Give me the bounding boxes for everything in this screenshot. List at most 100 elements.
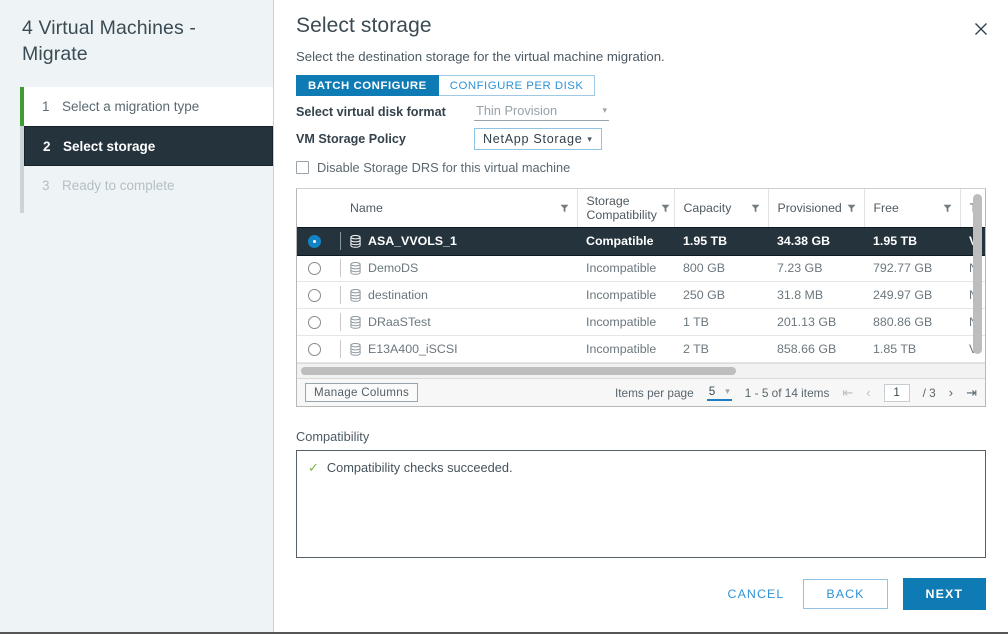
datastore-table: Name Storage Compatibility xyxy=(296,188,986,407)
disk-format-select[interactable]: Thin Provision ▾ xyxy=(474,103,609,121)
disk-format-value: Thin Provision xyxy=(476,103,557,118)
table-vertical-scrollbar[interactable] xyxy=(973,194,982,354)
wizard-step-2[interactable]: 2 Select storage xyxy=(24,126,273,166)
table-row[interactable]: DRaaSTest Incompatible 1 TB 201.13 GB 88… xyxy=(297,309,985,336)
datastore-icon xyxy=(350,289,361,302)
wizard-step-3[interactable]: 3 Ready to complete xyxy=(24,166,273,205)
row-radio-button[interactable] xyxy=(308,262,321,275)
column-header-provisioned[interactable]: Provisioned xyxy=(768,189,864,228)
row-radio-cell[interactable] xyxy=(297,255,331,282)
storage-policy-select[interactable]: NetApp Storage ▾ xyxy=(474,128,602,150)
cell-free: 249.97 GB xyxy=(864,282,960,309)
cell-name: ASA_VVOLS_1 xyxy=(341,228,577,255)
cell-name-text: ASA_VVOLS_1 xyxy=(368,234,457,248)
pagination-controls: ⇤ ‹ 1 / 3 › ⇥ xyxy=(842,384,977,402)
item-range-text: 1 - 5 of 14 items xyxy=(745,386,830,400)
datastore-icon xyxy=(350,235,361,248)
next-page-button[interactable]: › xyxy=(949,385,953,400)
row-radio-cell[interactable] xyxy=(297,309,331,336)
filter-icon[interactable] xyxy=(661,204,670,213)
wizard-step-1-label: Select a migration type xyxy=(62,99,199,114)
cell-name: DemoDS xyxy=(341,255,577,282)
items-per-page-select[interactable]: 5 ▾ xyxy=(707,384,732,401)
column-header-storage-compatibility-label: Storage Compatibility xyxy=(587,194,657,222)
cell-capacity: 2 TB xyxy=(674,336,768,363)
first-page-button[interactable]: ⇤ xyxy=(842,385,853,401)
row-radio-button[interactable] xyxy=(308,289,321,302)
cell-provisioned: 201.13 GB xyxy=(768,309,864,336)
disk-format-label: Select virtual disk format xyxy=(296,105,474,119)
cell-capacity: 250 GB xyxy=(674,282,768,309)
disable-drs-checkbox[interactable] xyxy=(296,161,309,174)
row-radio-button[interactable] xyxy=(308,235,321,248)
row-radio-button[interactable] xyxy=(308,343,321,356)
column-header-free[interactable]: Free xyxy=(864,189,960,228)
items-per-page-label: Items per page xyxy=(615,386,694,400)
cell-storage-compatibility: Incompatible xyxy=(577,255,674,282)
next-button[interactable]: NEXT xyxy=(903,578,986,610)
cell-provisioned: 34.38 GB xyxy=(768,228,864,255)
row-radio-cell[interactable] xyxy=(297,336,331,363)
row-radio-cell[interactable] xyxy=(297,228,331,255)
cell-storage-compatibility: Compatible xyxy=(577,228,674,255)
dialog-actions: CANCEL BACK NEXT xyxy=(724,578,986,610)
previous-page-button[interactable]: ‹ xyxy=(866,385,870,400)
last-page-button[interactable]: ⇥ xyxy=(966,385,977,401)
total-pages-label: / 3 xyxy=(923,386,936,400)
wizard-step-3-label: Ready to complete xyxy=(62,178,175,193)
datastore-icon xyxy=(350,343,361,356)
wizard-step-3-number: 3 xyxy=(42,178,62,193)
chevron-down-icon: ▾ xyxy=(602,105,607,116)
cell-storage-compatibility: Incompatible xyxy=(577,309,674,336)
table-row[interactable]: destination Incompatible 250 GB 31.8 MB … xyxy=(297,282,985,309)
cell-name-text: E13A400_iSCSI xyxy=(368,342,458,356)
datastore-icon xyxy=(350,262,361,275)
cell-name-text: DemoDS xyxy=(368,261,418,275)
storage-policy-label: VM Storage Policy xyxy=(296,132,474,146)
cell-provisioned: 7.23 GB xyxy=(768,255,864,282)
disable-drs-row[interactable]: Disable Storage DRS for this virtual mac… xyxy=(296,160,986,175)
header-divider xyxy=(331,189,341,228)
cancel-button[interactable]: CANCEL xyxy=(724,581,789,607)
tab-configure-per-disk[interactable]: CONFIGURE PER DISK xyxy=(439,75,596,96)
table-header-row: Name Storage Compatibility xyxy=(297,189,985,228)
manage-columns-button[interactable]: Manage Columns xyxy=(305,383,418,402)
wizard-step-1-number: 1 xyxy=(42,99,62,114)
row-divider xyxy=(331,255,341,282)
table-horizontal-scrollbar-thumb[interactable] xyxy=(301,367,736,375)
wizard-step-1[interactable]: 1 Select a migration type xyxy=(24,87,273,126)
cell-provisioned: 31.8 MB xyxy=(768,282,864,309)
compatibility-message-row: ✓ Compatibility checks succeeded. xyxy=(308,460,974,475)
storage-policy-row: VM Storage Policy NetApp Storage ▾ xyxy=(296,128,986,150)
row-radio-button[interactable] xyxy=(308,316,321,329)
close-icon[interactable] xyxy=(970,18,992,40)
tab-batch-configure[interactable]: BATCH CONFIGURE xyxy=(296,75,439,96)
column-header-capacity[interactable]: Capacity xyxy=(674,189,768,228)
cell-provisioned: 858.66 GB xyxy=(768,336,864,363)
column-header-capacity-label: Capacity xyxy=(684,201,732,215)
filter-icon[interactable] xyxy=(847,204,856,213)
table-row[interactable]: E13A400_iSCSI Incompatible 2 TB 858.66 G… xyxy=(297,336,985,363)
header-select xyxy=(297,189,331,228)
row-radio-cell[interactable] xyxy=(297,282,331,309)
cell-free: 1.95 TB xyxy=(864,228,960,255)
table-row[interactable]: ASA_VVOLS_1 Compatible 1.95 TB 34.38 GB … xyxy=(297,228,985,255)
column-header-name[interactable]: Name xyxy=(341,189,577,228)
cell-capacity: 800 GB xyxy=(674,255,768,282)
row-divider xyxy=(331,282,341,309)
filter-icon[interactable] xyxy=(560,204,569,213)
cell-name: DRaaSTest xyxy=(341,309,577,336)
items-per-page-value: 5 xyxy=(709,384,716,398)
column-header-storage-compatibility[interactable]: Storage Compatibility xyxy=(577,189,674,228)
cell-name-text: destination xyxy=(368,288,428,302)
cell-free: 1.85 TB xyxy=(864,336,960,363)
chevron-down-icon: ▾ xyxy=(587,134,592,145)
back-button[interactable]: BACK xyxy=(803,579,887,609)
table-horizontal-scrollbar[interactable] xyxy=(297,363,985,378)
filter-icon[interactable] xyxy=(751,204,760,213)
table-row[interactable]: DemoDS Incompatible 800 GB 7.23 GB 792.7… xyxy=(297,255,985,282)
row-divider xyxy=(331,336,341,363)
disable-drs-label: Disable Storage DRS for this virtual mac… xyxy=(317,160,570,175)
filter-icon[interactable] xyxy=(943,204,952,213)
current-page-input[interactable]: 1 xyxy=(884,384,910,402)
